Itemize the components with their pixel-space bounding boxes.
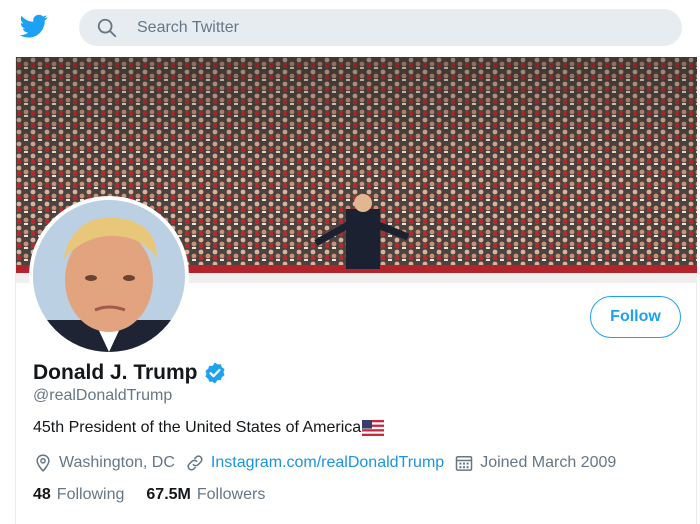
top-bar <box>0 0 700 56</box>
twitter-bird-icon[interactable] <box>18 12 50 40</box>
profile-bio: 45th President of the United States of A… <box>33 419 385 437</box>
link-icon <box>187 455 203 471</box>
location-item: Washington, DC <box>33 453 175 473</box>
verified-badge-icon <box>205 362 225 384</box>
following-count: 48 <box>33 486 51 503</box>
joined-text: Joined March 2009 <box>480 454 617 471</box>
location-text: Washington, DC <box>59 454 175 471</box>
profile-avatar[interactable] <box>29 196 189 356</box>
search-icon <box>97 18 117 38</box>
profile-name-row: Donald J. Trump <box>33 359 227 387</box>
follow-button[interactable]: Follow <box>590 296 681 338</box>
followers-count: 67.5M <box>146 486 191 503</box>
following-label: Following <box>56 486 125 503</box>
joined-item: Joined March 2009 <box>454 453 616 473</box>
followers-label: Followers <box>196 486 266 503</box>
search-box[interactable] <box>79 9 682 46</box>
bio-text: 45th President of the United States of A… <box>33 419 362 436</box>
website-link[interactable]: Instagram.com/realDonaldTrump <box>211 454 444 472</box>
display-name: Donald J. Trump <box>33 361 198 384</box>
following-stat[interactable]: 48 Following <box>33 486 124 504</box>
us-flag-icon <box>362 420 385 436</box>
profile-meta-row: Washington, DC Instagram.com/realDonaldT… <box>33 452 626 474</box>
avatar-portrait <box>33 200 185 352</box>
profile-handle: @realDonaldTrump <box>33 387 173 404</box>
website-item: Instagram.com/realDonaldTrump <box>185 453 444 473</box>
profile-stats-row: 48 Following 67.5M Followers <box>33 485 287 505</box>
calendar-icon <box>455 456 473 471</box>
location-pin-icon <box>36 454 50 473</box>
search-input[interactable] <box>137 9 657 46</box>
followers-stat[interactable]: 67.5M Followers <box>146 486 265 504</box>
